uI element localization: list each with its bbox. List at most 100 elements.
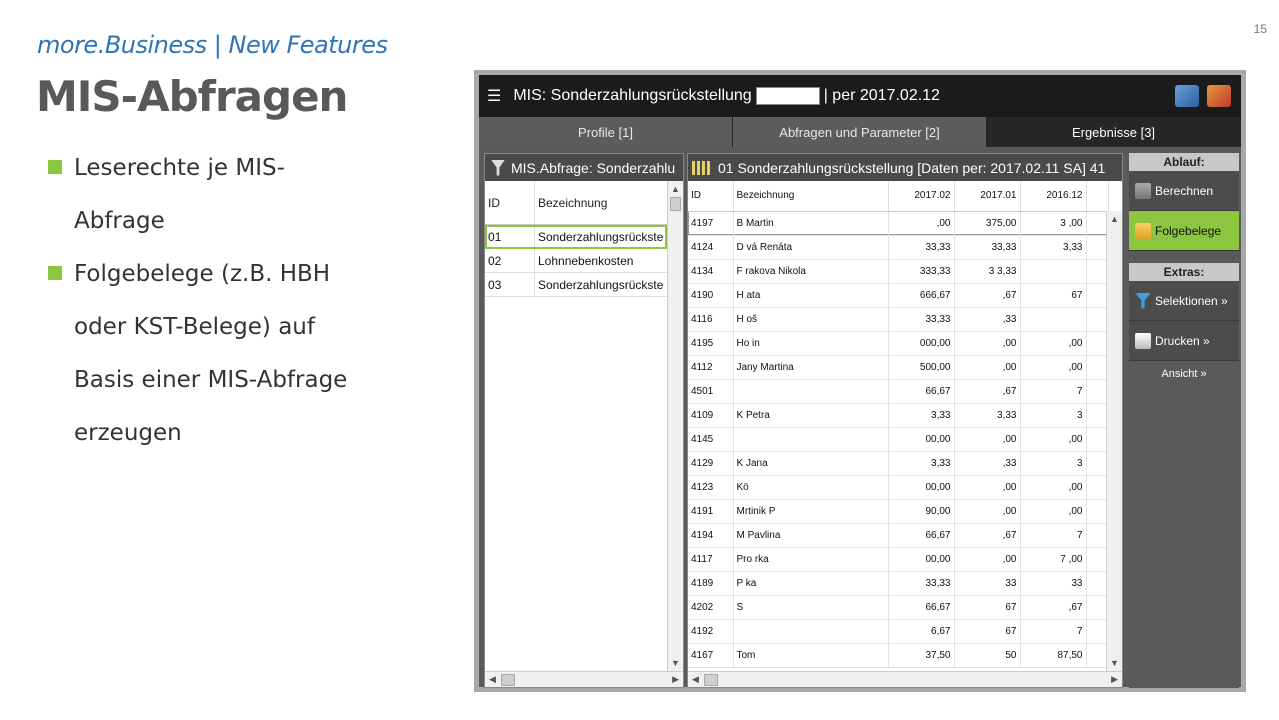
scroll-left-icon[interactable]: ◀ [489,674,496,685]
horizontal-scrollbar[interactable]: ◀ ▶ [688,671,1122,687]
cell-2017-01: ,00 [954,355,1021,380]
scroll-left-icon[interactable]: ◀ [692,674,699,685]
scroll-thumb[interactable] [501,673,515,686]
printer-icon [1135,332,1151,349]
scroll-right-icon[interactable]: ▶ [1111,674,1118,685]
ansicht-link[interactable]: Ansicht » [1129,361,1239,387]
table-row[interactable]: 4124 D vá Renáta 33,33 33,33 3,33 [688,235,1109,260]
cell-2016-12 [1020,307,1087,332]
scroll-down-icon[interactable]: ▼ [668,655,683,671]
cell-bezeichnung: D vá Renáta [733,235,889,260]
table-row[interactable]: 4189 P ka 33,33 33 33 [688,571,1109,596]
folgebelege-label: Folgebelege [1155,223,1222,238]
cell-2017-02: 666,67 [888,283,955,308]
column-header-2016-12[interactable]: 2016.12 [1020,181,1087,212]
table-row[interactable]: 4117 Pro rka 00,00 ,00 7 ,00 [688,547,1109,572]
column-header-bezeichnung[interactable]: Bezeichnung [535,181,667,224]
window-title-suffix: | per 2017.02.12 [823,87,940,104]
drucken-button[interactable]: Drucken » [1129,321,1239,361]
scroll-up-icon[interactable]: ▲ [668,181,683,197]
cell-2017-01: 33 [954,571,1021,596]
cell-2017-02: 00,00 [888,475,955,500]
cell-more [1086,571,1109,596]
column-header-2017-01[interactable]: 2017.01 [954,181,1021,212]
app-screenshot-frame: ☰ MIS: Sonderzahlungsrückstellung | per … [474,70,1246,692]
table-row[interactable]: 4123 Kö 00,00,00 ,00 [688,475,1109,500]
cell-2017-02: ,00 [888,211,955,236]
vertical-scrollbar[interactable]: ▲ ▼ [667,181,683,671]
cell-2017-01: ,00 [954,331,1021,356]
berechnen-button[interactable]: Berechnen [1129,171,1239,211]
table-row[interactable]: 4109 K Petra 3,33 3,33 3 [688,403,1109,428]
cell-2017-02: 33,33 [888,571,955,596]
cell-bezeichnung [733,619,889,644]
column-header-id[interactable]: ID [485,181,535,224]
column-header-id[interactable]: ID [688,181,734,212]
cell-more [1086,307,1109,332]
table-row[interactable]: 4194 M Pavlina 66,67 ,67 7 [688,523,1109,548]
query-pane-title: MIS.Abfrage: Sonderzahlu [511,159,676,176]
scroll-up-icon[interactable]: ▲ [1107,211,1122,227]
results-table: ID Bezeichnung 2017.02 2017.01 2016.12 4… [688,181,1109,668]
cell-more [1086,475,1109,500]
table-row[interactable]: 4145 00,00 ,00 ,00 [688,427,1109,452]
cell-id: 4124 [688,235,734,260]
cell-2017-02: 00,00 [888,547,955,572]
column-header-bezeichnung[interactable]: Bezeichnung [733,181,889,212]
home-icon[interactable] [1207,85,1231,107]
table-row[interactable]: 4116 H oš 33,33 ,33 [688,307,1109,332]
tab-profile[interactable]: Profile [1] [479,117,733,147]
table-row[interactable]: 4197 B Martin ,00 375,00 3 ,00 [688,211,1109,236]
scroll-down-icon[interactable]: ▼ [1107,655,1122,671]
cell-id: 4501 [688,379,734,404]
cell-2017-02: 500,00 [888,355,955,380]
table-row[interactable]: 4202 S 66,67 67 ,67 [688,595,1109,620]
vertical-scrollbar[interactable]: ▲ ▼ [1106,211,1122,671]
column-header-2017-02[interactable]: 2017.02 [888,181,955,212]
scroll-right-icon[interactable]: ▶ [672,674,679,685]
cell-bezeichnung: Mrtinik P [733,499,889,524]
cell-2017-01: 3,33 [954,403,1021,428]
table-row[interactable]: 4191 Mrtinik P 90,00,00 ,00 [688,499,1109,524]
folgebelege-button[interactable]: Folgebelege [1129,211,1239,251]
menu-icon[interactable]: ☰ [487,86,501,106]
mail-icon[interactable] [1175,85,1199,107]
table-row[interactable]: 4501 66,67 ,67 7 [688,379,1109,404]
table-row[interactable]: 4190 H ata 666,67 ,67 67 [688,283,1109,308]
cell-2016-12: ,00 [1020,427,1087,452]
tab-ergebnisse[interactable]: Ergebnisse [3] [987,117,1241,147]
table-row[interactable]: 4195 Ho in 000,00,00,00 [688,331,1109,356]
cell-id: 4134 [688,259,734,284]
cell-id: 4116 [688,307,734,332]
query-row[interactable]: 01 Sonderzahlungsrückste [485,225,667,249]
table-row[interactable]: 4134 F rakova Nikola 333,33 3 3,33 [688,259,1109,284]
cell-more [1086,523,1109,548]
cell-2017-02: 000,00 [888,331,955,356]
content-panes: MIS.Abfrage: Sonderzahlu ID Bezeichnung … [479,148,1241,688]
cell-more [1086,283,1109,308]
query-row-name: Sonderzahlungsrückste [538,229,664,244]
cell-bezeichnung: Ho in [733,331,889,356]
cell-more [1086,259,1109,284]
query-row[interactable]: 03 Sonderzahlungsrückste [485,273,667,297]
table-row[interactable]: 4167 Tom 37,50 50 87,50 [688,643,1109,668]
table-row[interactable]: 4129 K Jana 3,33,33 3 [688,451,1109,476]
cell-2016-12: 7 ,00 [1020,547,1087,572]
cell-2017-02: 333,33 [888,259,955,284]
query-row[interactable]: 02 Lohnnebenkosten [485,249,667,273]
selektionen-button[interactable]: Selektionen » [1129,281,1239,321]
cell-id: 4117 [688,547,734,572]
cell-id: 4192 [688,619,734,644]
cell-more [1086,211,1109,236]
query-pane-header: MIS.Abfrage: Sonderzahlu [485,154,683,181]
filter-icon [1135,292,1151,309]
scroll-thumb[interactable] [704,673,718,686]
table-row[interactable]: 4192 6,67 67 7 [688,619,1109,644]
horizontal-scrollbar[interactable]: ◀ ▶ [485,671,683,687]
slide-number: 15 [1253,22,1267,36]
tab-abfragen[interactable]: Abfragen und Parameter [2] [733,117,987,147]
table-row[interactable]: 4112 Jany Martina 500,00 ,00 ,00 [688,355,1109,380]
cell-bezeichnung: B Martin [733,211,889,236]
scroll-thumb[interactable] [670,197,681,211]
cell-2016-12: 33 [1020,571,1087,596]
